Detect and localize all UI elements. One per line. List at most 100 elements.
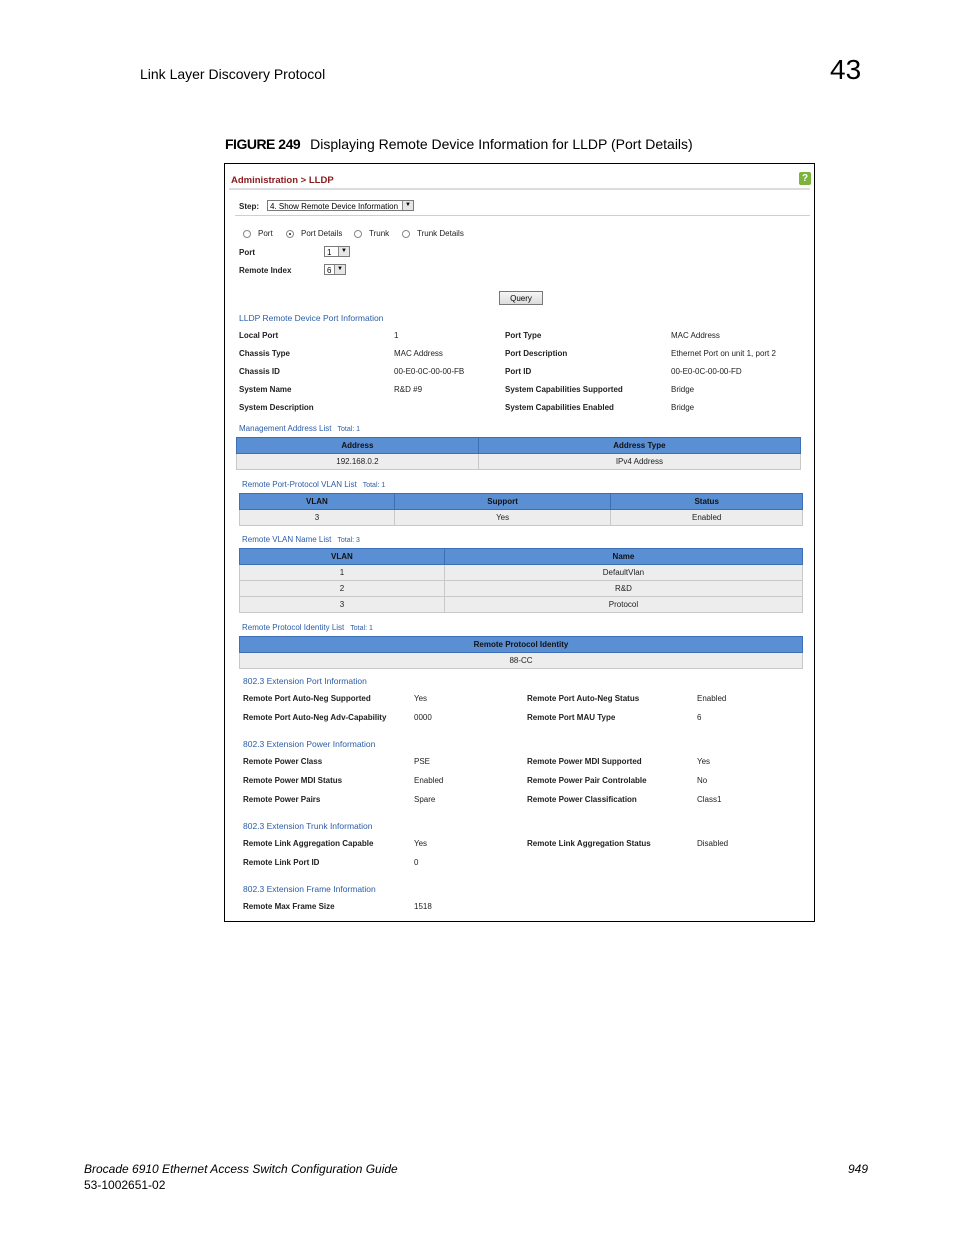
ext-field-value: Disabled <box>697 839 729 848</box>
ext-field-value: Enabled <box>414 776 444 785</box>
column-header[interactable]: Status <box>610 493 803 510</box>
query-button[interactable]: Query <box>499 291 543 305</box>
port-info-label: Port Description <box>505 349 568 358</box>
column-header[interactable]: Address Type <box>477 437 802 454</box>
chapter-number: 43 <box>830 54 862 85</box>
scope-radio[interactable] <box>402 230 410 238</box>
ext-power-title: 802.3 Extension Power Information <box>243 739 376 749</box>
table-row: 3 Yes Enabled <box>239 509 803 526</box>
port-info-label: Port ID <box>505 367 532 376</box>
ext-field-label: Remote Max Frame Size <box>243 902 335 911</box>
table-row: 1 DefaultVlan <box>239 564 804 581</box>
port-info-value: Bridge <box>671 403 695 412</box>
ext-field-value: Yes <box>414 694 428 703</box>
scope-radio[interactable] <box>354 230 362 238</box>
step-select[interactable]: 4. Show Remote Device Information ▼ <box>267 200 414 211</box>
scope-radio-label[interactable]: Trunk <box>369 229 389 238</box>
footer-doc-number: 53-1002651-02 <box>84 1178 166 1192</box>
ext-port-title: 802.3 Extension Port Information <box>243 676 367 686</box>
ppvlan-total: Total: 1 <box>362 482 386 489</box>
vlan-name-table: VLAN Name 1 DefaultVlan 2 R&D 3 Protocol <box>239 548 804 613</box>
protoid-section-title: Remote Protocol Identity List Total: 1 <box>242 622 373 632</box>
port-info-label: System Capabilities Supported <box>505 385 623 394</box>
remote-index-label: Remote Index <box>239 266 292 275</box>
table-cell: IPv4 Address <box>477 453 802 470</box>
ext-field-value: No <box>697 776 708 785</box>
ext-field-label: Remote Power MDI Supported <box>527 757 642 766</box>
breadcrumb[interactable]: Administration > LLDP <box>231 175 334 186</box>
table-cell: 3 <box>239 596 445 613</box>
breadcrumb-divider <box>229 188 810 190</box>
table-cell: Enabled <box>610 509 803 526</box>
column-header[interactable]: VLAN <box>239 548 445 565</box>
ext-field-value: 0000 <box>414 713 432 722</box>
ext-field-value: Class1 <box>697 795 722 804</box>
port-info-value: MAC Address <box>394 349 443 358</box>
vlanname-total: Total: 3 <box>337 537 360 544</box>
port-info-label: System Name <box>239 385 292 394</box>
scope-radio-label[interactable]: Trunk Details <box>417 229 464 238</box>
table-cell: DefaultVlan <box>443 564 804 581</box>
ext-field-label: Remote Port Auto-Neg Supported <box>243 694 371 703</box>
step-label: Step: <box>239 202 259 211</box>
port-info-value: Bridge <box>671 385 695 394</box>
port-select[interactable]: 1 ▼ <box>324 246 350 257</box>
port-info-value: 00-E0-0C-00-00-FD <box>671 367 742 376</box>
protocol-identity-table: Remote Protocol Identity 88-CC <box>239 636 803 669</box>
table-cell: 1 <box>239 564 445 581</box>
figure-title: Displaying Remote Device Information for… <box>310 136 693 152</box>
table-cell: 192.168.0.2 <box>236 453 479 470</box>
port-info-label: System Capabilities Enabled <box>505 403 614 412</box>
column-header[interactable]: Remote Protocol Identity <box>239 636 803 653</box>
ext-field-label: Remote Link Aggregation Status <box>527 839 651 848</box>
vlanname-section-title: Remote VLAN Name List Total: 3 <box>242 534 360 544</box>
port-info-title: LLDP Remote Device Port Information <box>239 313 384 323</box>
step-divider <box>235 215 810 216</box>
ext-field-label: Remote Power MDI Status <box>243 776 343 785</box>
protoid-title: Remote Protocol Identity List <box>242 623 345 632</box>
table-cell: 2 <box>239 580 445 597</box>
ext-field-label: Remote Port MAU Type <box>527 713 616 722</box>
vlanname-title: Remote VLAN Name List <box>242 535 332 544</box>
port-info-label: Local Port <box>239 331 279 340</box>
port-info-value: Ethernet Port on unit 1, port 2 <box>671 349 776 358</box>
table-cell: Yes <box>393 509 612 526</box>
ext-field-label: Remote Power Pair Controlable <box>527 776 647 785</box>
figure-label: FIGURE 249 <box>225 136 301 152</box>
ppvlan-table: VLAN Support Status 3 Yes Enabled <box>239 493 803 526</box>
scope-radio-label[interactable]: Port Details <box>301 229 342 238</box>
table-header-row: VLAN Support Status <box>239 493 803 510</box>
table-row: 88-CC <box>239 652 803 669</box>
scope-radio[interactable] <box>286 230 294 238</box>
port-label: Port <box>239 248 255 257</box>
remote-index-select-value: 6 <box>327 266 332 275</box>
help-icon[interactable]: ? <box>799 172 811 185</box>
column-header[interactable]: Address <box>236 437 479 454</box>
ext-field-label: Remote Link Aggregation Capable <box>243 839 374 848</box>
ext-field-value: 0 <box>414 858 419 867</box>
mgmt-title: Management Address List <box>239 424 332 433</box>
column-header[interactable]: VLAN <box>239 493 395 510</box>
port-info-value: R&D #9 <box>394 385 423 394</box>
table-header-row: Address Address Type <box>236 437 802 454</box>
ext-field-value: Yes <box>414 839 428 848</box>
scope-radio[interactable] <box>243 230 251 238</box>
protoid-total: Total: 1 <box>350 625 373 632</box>
column-header[interactable]: Support <box>393 493 612 510</box>
scope-radio-label[interactable]: Port <box>258 229 273 238</box>
ext-field-value: 1518 <box>414 902 432 911</box>
column-header[interactable]: Name <box>443 548 804 565</box>
running-header: Link Layer Discovery Protocol <box>140 66 326 82</box>
ppvlan-title: Remote Port-Protocol VLAN List <box>242 480 357 489</box>
port-info-value: 00-E0-0C-00-00-FB <box>394 367 465 376</box>
table-cell: Protocol <box>443 596 804 613</box>
ext-field-value: Spare <box>414 795 436 804</box>
screenshot-frame: Administration > LLDP ? Step: 4. Show Re… <box>224 163 815 922</box>
port-info-label: Chassis Type <box>239 349 290 358</box>
ext-field-label: Remote Port Auto-Neg Adv-Capability <box>243 713 387 722</box>
chevron-down-icon: ▼ <box>338 247 349 256</box>
remote-index-select[interactable]: 6 ▼ <box>324 264 346 275</box>
ext-field-label: Remote Port Auto-Neg Status <box>527 694 640 703</box>
page-number: 949 <box>848 1162 869 1176</box>
mgmt-section-title: Management Address List Total: 1 <box>239 423 360 433</box>
